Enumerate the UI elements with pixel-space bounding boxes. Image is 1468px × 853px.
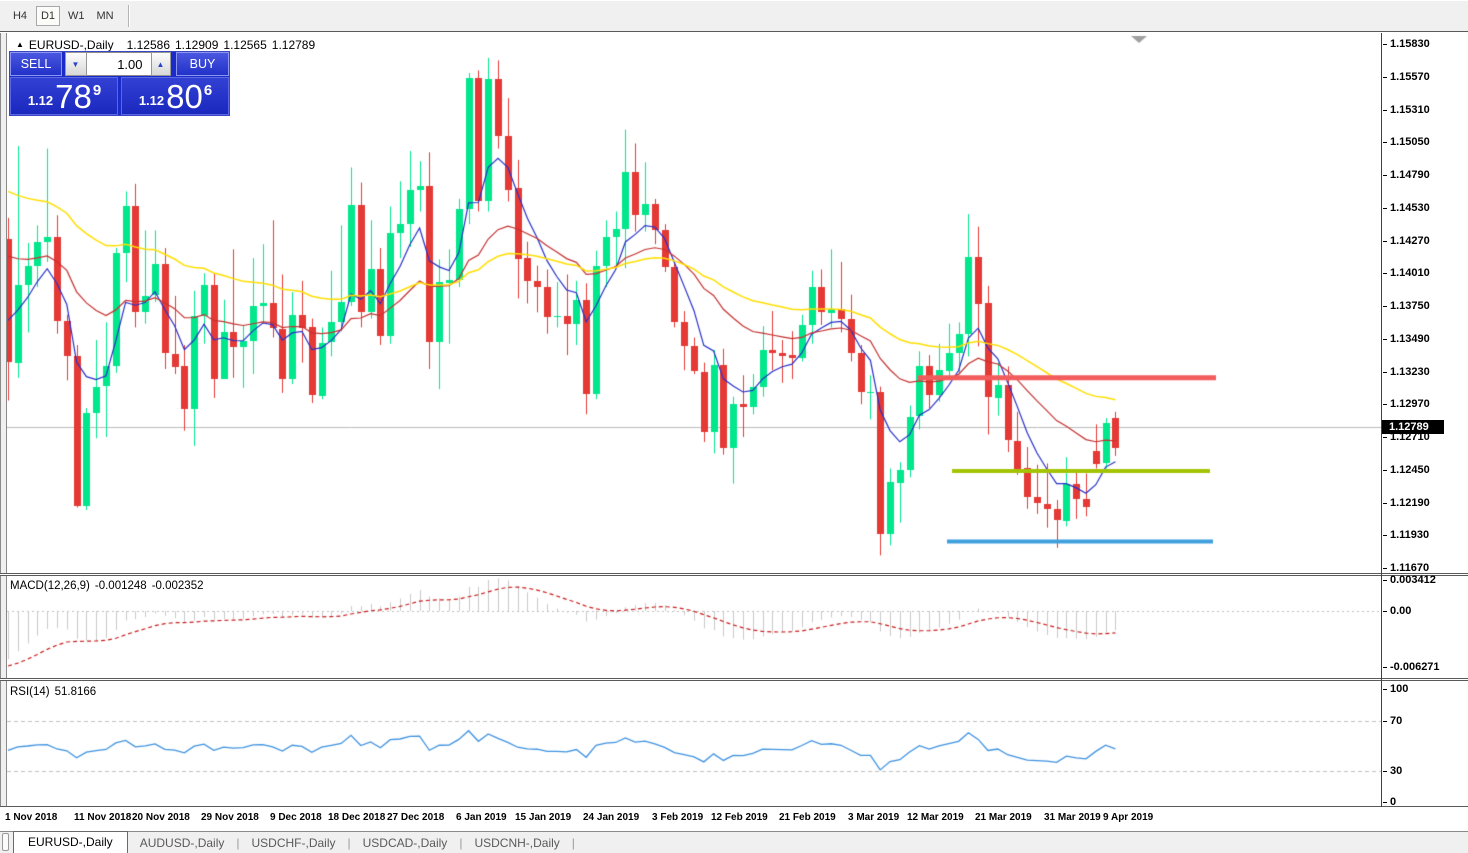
time-axis-label: 6 Jan 2019 <box>456 812 507 823</box>
timeframe-button-w1[interactable]: W1 <box>64 6 89 26</box>
buy-price-pip: 6 <box>204 82 212 99</box>
sell-price-pip: 9 <box>93 82 101 99</box>
symbol-marker-icon: ▲ <box>16 40 24 49</box>
price-axis-tick: 1.14790 <box>1383 169 1430 181</box>
price-axis-tick: 1.11930 <box>1383 529 1429 541</box>
toolbar-separator <box>128 5 130 27</box>
panel-separator[interactable] <box>0 678 1468 681</box>
rsi-indicator-canvas[interactable] <box>7 681 1381 806</box>
time-axis-label: 21 Feb 2019 <box>779 812 836 823</box>
chart-tab-usdcad[interactable]: USDCAD-,Daily <box>351 833 460 853</box>
time-axis-label: 20 Nov 2018 <box>132 812 190 823</box>
volume-input[interactable]: 1.00 <box>87 52 151 76</box>
price-axis-tick: 1.15570 <box>1383 71 1430 83</box>
time-axis-label: 9 Apr 2019 <box>1103 812 1153 823</box>
time-axis[interactable]: 1 Nov 2018 11 Nov 201820 Nov 2018 29 Nov 2… <box>0 807 1468 831</box>
ohlc-open: 1.12586 <box>127 38 170 52</box>
sell-button[interactable]: SELL <box>10 52 62 76</box>
symbol-name: EURUSD-,Daily <box>29 38 114 52</box>
price-axis-tick: 1.13230 <box>1383 366 1430 378</box>
time-axis-label: 3 Mar 2019 <box>848 812 899 823</box>
tab-separator: | <box>572 836 575 853</box>
time-axis-label: 3 Feb 2019 <box>652 812 703 823</box>
time-axis-label: 12 Mar 2019 <box>907 812 964 823</box>
chart-tab-usdcnh[interactable]: USDCNH-,Daily <box>462 833 571 853</box>
time-axis-label: 15 Jan 2019 <box>515 812 571 823</box>
time-axis-label: 18 Dec 2018 <box>328 812 385 823</box>
buy-button[interactable]: BUY <box>176 52 229 76</box>
chart-tab-bar: EURUSD-,DailyAUDUSD-,Daily | USDCHF-,Daily… <box>0 831 1468 853</box>
price-axis-tick: 1.14010 <box>1383 267 1430 279</box>
chart-tab-audusd[interactable]: AUDUSD-,Daily <box>128 833 237 853</box>
buy-price-button[interactable]: 1.12 80 6 <box>121 77 229 115</box>
timeframe-button-h4[interactable]: H4 <box>8 6 32 26</box>
rsi-name: RSI(14) <box>10 686 50 698</box>
macd-main-value: -0.001248 <box>95 580 147 592</box>
time-axis-label: 27 Dec 2018 <box>387 812 444 823</box>
time-axis-label: 11 Nov 2018 <box>74 812 131 823</box>
one-click-trading-widget: SELL ▼ 1.00 ▲ BUY 1.12 78 9 1.12 80 6 <box>10 52 229 115</box>
rsi-label: RSI(14) 51.8166 <box>10 686 96 698</box>
price-axis-tick: 1.12450 <box>1383 464 1430 476</box>
buy-price-big: 80 <box>166 82 203 112</box>
macd-axis-tick: -0.006271 <box>1383 661 1440 673</box>
price-axis-tick: 1.15830 <box>1383 38 1430 50</box>
macd-signal-value: -0.002352 <box>152 580 204 592</box>
sell-price-big: 78 <box>55 82 92 112</box>
time-axis-label: 21 Mar 2019 <box>975 812 1032 823</box>
price-axis-tick: 1.13490 <box>1383 333 1430 345</box>
macd-axis-tick: 0.00 <box>1383 605 1411 617</box>
macd-label: MACD(12,26,9) -0.001248 -0.002352 <box>10 580 203 592</box>
current-price-badge: 1.12789 <box>1382 420 1444 434</box>
buy-price-prefix: 1.12 <box>139 90 164 112</box>
rsi-axis-tick: 70 <box>1383 715 1402 727</box>
tab-scroll-handle[interactable] <box>2 833 9 851</box>
chart-title: ▲ EURUSD-,Daily 1.12586 1.12909 1.12565 … <box>16 38 315 52</box>
timeframe-button-d1[interactable]: D1 <box>36 6 60 26</box>
window-left-splitter[interactable] <box>0 33 7 831</box>
sell-price-prefix: 1.12 <box>28 90 53 112</box>
chart-tab-usdchf[interactable]: USDCHF-,Daily <box>240 833 348 853</box>
price-axis-tick: 1.12970 <box>1383 398 1430 410</box>
time-axis-label: 31 Mar 2019 <box>1044 812 1101 823</box>
time-axis-label: 1 Nov 2018 <box>5 812 57 823</box>
volume-decrease-icon[interactable]: ▼ <box>65 52 87 76</box>
rsi-axis-tick: 30 <box>1383 765 1402 777</box>
price-axis-tick: 1.14270 <box>1383 235 1430 247</box>
price-axis-tick: 1.15310 <box>1383 104 1430 116</box>
time-axis-label: 24 Jan 2019 <box>583 812 639 823</box>
chart-tab-eurusd[interactable]: EURUSD-,Daily <box>13 831 128 853</box>
time-axis-label: 9 Dec 2018 <box>270 812 322 823</box>
price-axis-tick: 1.11670 <box>1383 562 1429 574</box>
panel-separator[interactable] <box>0 573 1468 576</box>
timeframe-button-mn[interactable]: MN <box>93 6 118 26</box>
ohlc-high: 1.12909 <box>175 38 218 52</box>
macd-axis-tick: 0.003412 <box>1383 574 1436 586</box>
sell-price-button[interactable]: 1.12 78 9 <box>10 77 118 115</box>
time-axis-label: 29 Nov 2018 <box>201 812 259 823</box>
ohlc-low: 1.12565 <box>223 38 266 52</box>
volume-increase-icon[interactable]: ▲ <box>151 52 171 76</box>
price-axis-tick: 1.12190 <box>1383 497 1430 509</box>
price-axis-tick: 1.15050 <box>1383 136 1430 148</box>
ohlc-close: 1.12789 <box>272 38 315 52</box>
rsi-value: 51.8166 <box>55 686 97 698</box>
rsi-axis-tick: 100 <box>1383 683 1408 695</box>
macd-name: MACD(12,26,9) <box>10 580 90 592</box>
price-axis-tick: 1.14530 <box>1383 202 1430 214</box>
time-axis-label: 12 Feb 2019 <box>711 812 768 823</box>
timeframe-toolbar: H4D1W1MN <box>0 0 1468 31</box>
price-axis-tick: 1.13750 <box>1383 300 1430 312</box>
macd-indicator-canvas[interactable] <box>7 576 1381 678</box>
